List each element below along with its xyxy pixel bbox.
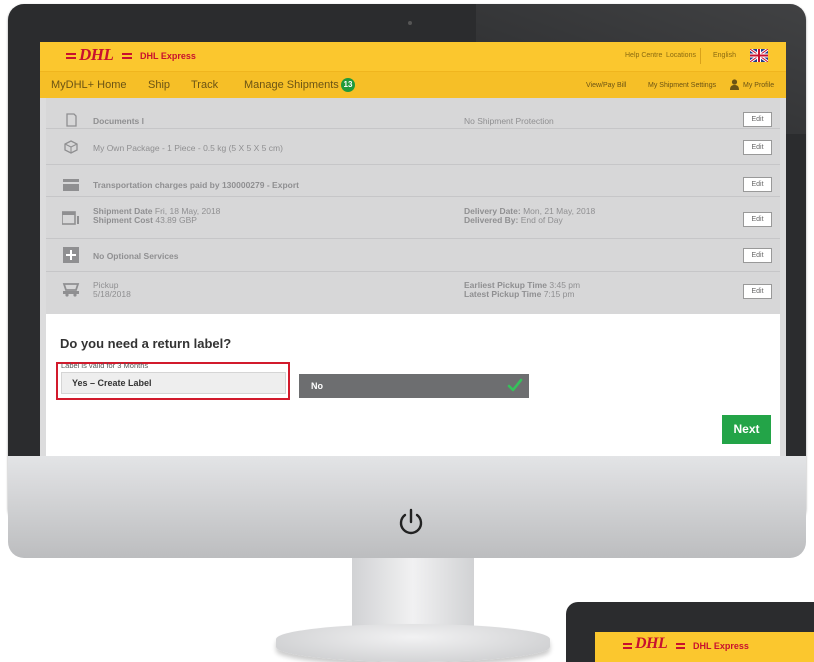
nav-home[interactable]: MyDHL+ Home	[51, 79, 127, 91]
calendar-icon	[62, 211, 79, 225]
row-divider	[46, 196, 780, 197]
user-icon[interactable]	[730, 79, 739, 90]
shipment-protection-summary: No Shipment Protection	[464, 116, 554, 126]
plus-icon	[63, 247, 79, 263]
transportation-charges-summary: Transportation charges paid by 130000279…	[93, 180, 299, 190]
checkmark-icon	[507, 378, 523, 392]
latest-pickup-time: Latest Pickup Time 7:15 pm	[464, 289, 575, 299]
top-bar: DHL DHL Express Help Centre Locations En…	[40, 42, 786, 71]
delivered-by: Delivered By: End of Day	[464, 215, 563, 225]
dhl-logo-text: DHL	[79, 45, 114, 64]
view-pay-bill-link[interactable]: View/Pay Bill	[586, 82, 626, 89]
main-nav: MyDHL+ Home Ship Track Manage Shipments …	[40, 71, 786, 98]
nav-ship[interactable]: Ship	[148, 79, 170, 91]
camera-dot	[408, 21, 412, 25]
label-validity-note: Label is valid for 3 Months	[61, 361, 149, 370]
row-divider	[46, 128, 780, 129]
edit-services-button[interactable]: Edit	[743, 248, 772, 263]
help-centre-link[interactable]: Help Centre	[625, 52, 662, 59]
my-profile-link[interactable]: My Profile	[743, 82, 774, 89]
edit-payment-button[interactable]: Edit	[743, 177, 772, 192]
brand-subtitle: DHL Express	[693, 641, 749, 651]
document-icon	[66, 113, 77, 127]
shipment-settings-link[interactable]: My Shipment Settings	[648, 82, 716, 89]
edit-date-button[interactable]: Edit	[743, 212, 772, 227]
edit-pickup-button[interactable]: Edit	[743, 284, 772, 299]
optional-services-summary: No Optional Services	[93, 251, 179, 261]
uk-flag-icon[interactable]	[750, 49, 768, 62]
monitor-screen: DHL DHL Express Help Centre Locations En…	[40, 42, 786, 456]
shipments-count-badge: 13	[341, 78, 355, 92]
pickup-date: 5/18/2018	[93, 289, 131, 299]
yes-create-label-button[interactable]: Yes – Create Label	[61, 372, 286, 394]
truck-icon	[62, 283, 80, 297]
edit-package-button[interactable]: Edit	[743, 140, 772, 155]
documents-summary: Documents l	[93, 116, 145, 126]
second-device-screen: DHL DHL Express	[595, 632, 814, 662]
language-link[interactable]: English	[713, 52, 736, 59]
no-button[interactable]: No	[299, 374, 529, 398]
brand-subtitle: DHL Express	[140, 51, 196, 61]
power-icon	[399, 508, 423, 535]
shipment-cost: Shipment Cost 43.89 GBP	[93, 215, 197, 225]
dhl-logo-text: DHL	[635, 635, 668, 652]
locations-link[interactable]: Locations	[666, 52, 696, 59]
top-divider	[700, 48, 701, 64]
row-divider	[46, 238, 780, 239]
edit-documents-button[interactable]: Edit	[743, 112, 772, 127]
package-icon	[64, 140, 78, 154]
return-label-question: Do you need a return label?	[60, 336, 232, 351]
nav-manage-shipments[interactable]: Manage Shipments	[244, 79, 339, 91]
row-divider	[46, 271, 780, 272]
package-summary: My Own Package - 1 Piece - 0.5 kg (5 X 5…	[93, 143, 283, 153]
next-button[interactable]: Next	[722, 415, 771, 444]
dhl-logo: DHL	[623, 635, 689, 655]
dhl-logo[interactable]: DHL	[66, 45, 136, 67]
monitor-stand-foot	[276, 624, 550, 662]
payment-icon	[63, 179, 79, 191]
nav-track[interactable]: Track	[191, 79, 218, 91]
row-divider	[46, 164, 780, 165]
